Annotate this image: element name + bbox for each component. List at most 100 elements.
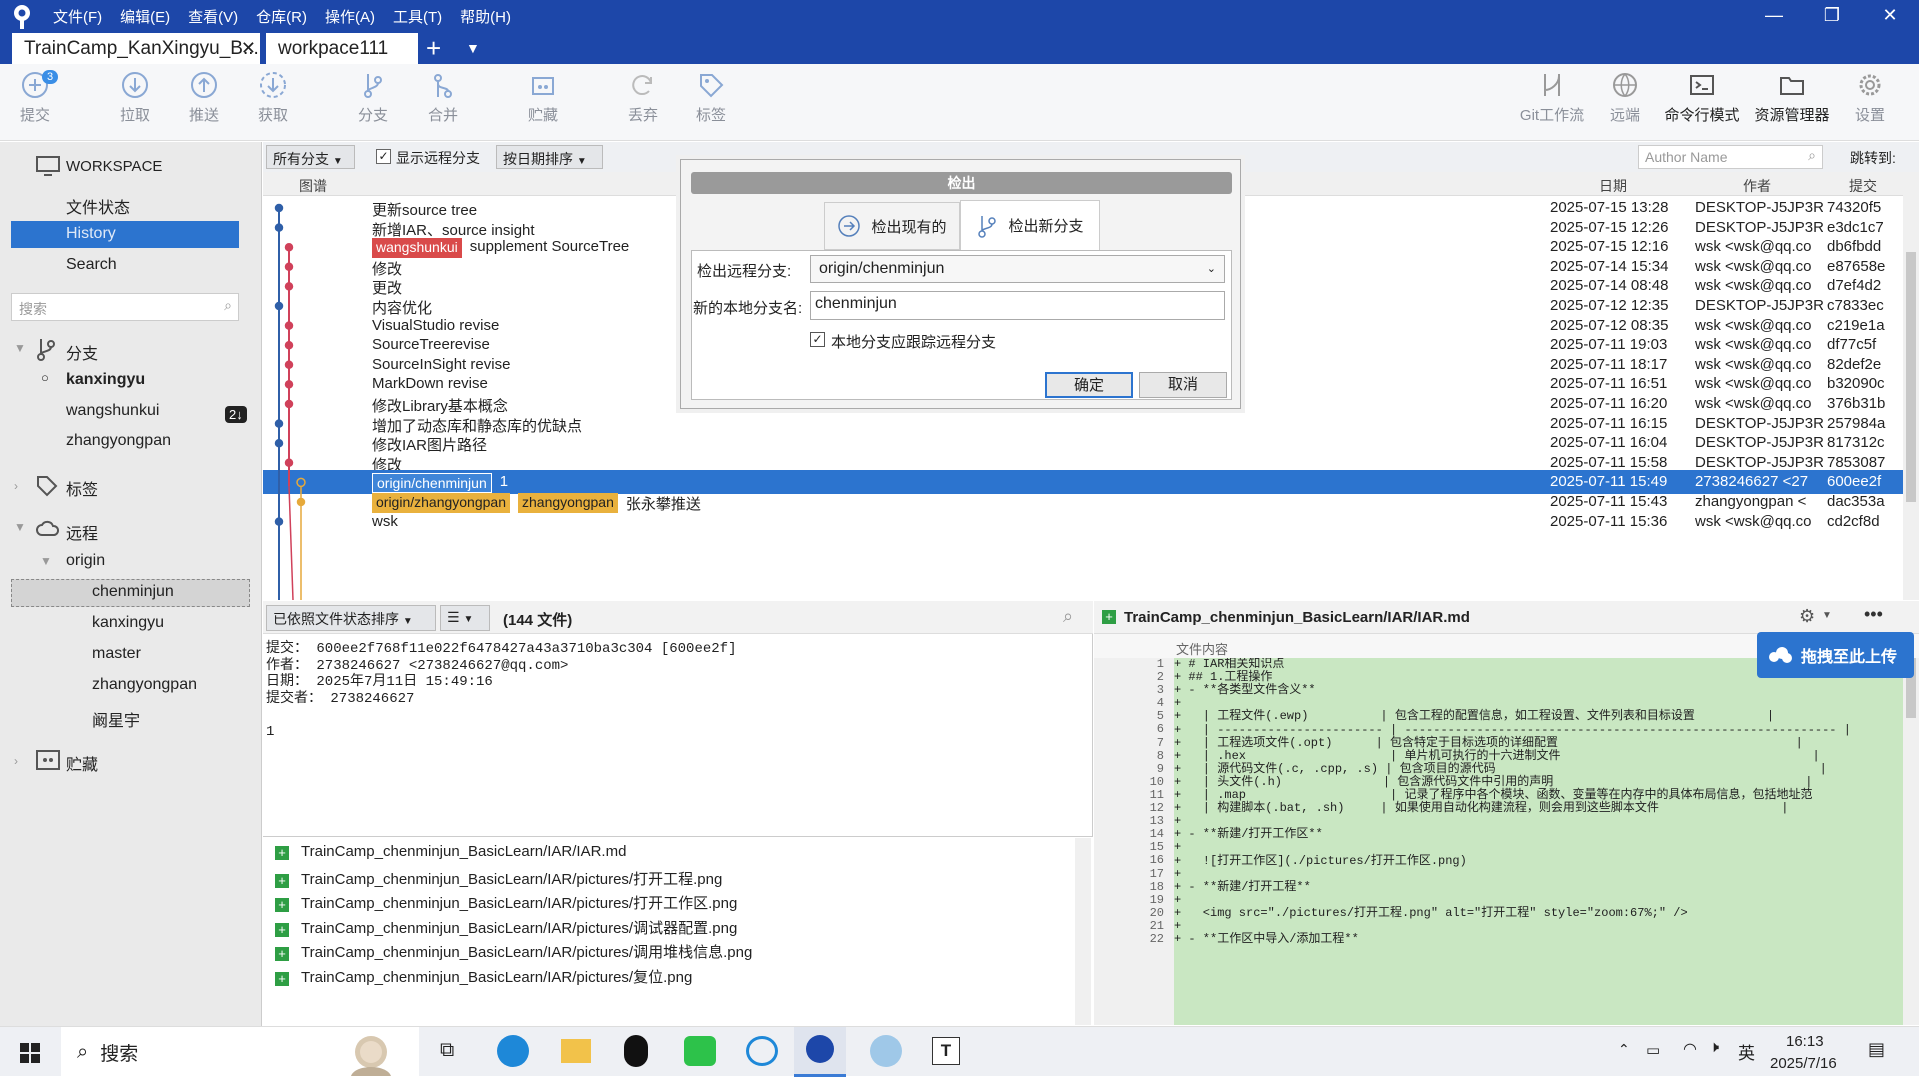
branch-zhangyongpan[interactable]: zhangyongpan: [66, 432, 171, 450]
stash-header[interactable]: 贮藏: [66, 751, 98, 775]
commit-node[interactable]: [284, 242, 294, 252]
tab-close-icon[interactable]: ✕: [241, 38, 256, 59]
commit-node[interactable]: [296, 497, 306, 507]
settings-button[interactable]: 设置: [1835, 70, 1905, 125]
stash-button[interactable]: 贮藏: [508, 70, 578, 125]
tab-checkout-existing[interactable]: 检出现有的: [824, 202, 960, 250]
changed-file-item[interactable]: + TrainCamp_chenminjun_BasicLearn/IAR/pic…: [275, 966, 692, 987]
merge-button[interactable]: 合并: [408, 70, 478, 125]
commit-node[interactable]: [284, 321, 294, 330]
tags-header[interactable]: 标签: [66, 476, 98, 500]
search-icon[interactable]: ⌕: [1063, 606, 1073, 627]
menu-actions[interactable]: 操作(A): [325, 6, 375, 27]
branch-button[interactable]: 分支: [338, 70, 408, 125]
tab-checkout-new-branch[interactable]: 检出新分支: [960, 200, 1100, 250]
remote-branch-zhangyongpan[interactable]: zhangyongpan: [92, 676, 197, 694]
chevron-down-icon[interactable]: ▼: [1822, 610, 1832, 621]
author-filter-input[interactable]: Author Name ⌕: [1638, 145, 1823, 169]
chevron-down-icon[interactable]: ▼: [14, 520, 26, 534]
fetch-button[interactable]: 获取: [238, 70, 308, 125]
taskbar-search-box[interactable]: ⌕ 搜索: [61, 1027, 419, 1077]
commit-node[interactable]: [274, 203, 284, 213]
commit-node[interactable]: [274, 301, 284, 311]
sidebar-item-file-status[interactable]: 文件状态: [66, 194, 130, 218]
commit-node[interactable]: [274, 223, 284, 232]
show-remote-checkbox[interactable]: ✓: [376, 149, 391, 164]
commit-node[interactable]: [284, 360, 294, 370]
diff-scrollbar[interactable]: [1903, 658, 1919, 1025]
clock-date[interactable]: 2025/7/16: [1770, 1055, 1837, 1072]
menu-edit[interactable]: 编辑(E): [120, 6, 170, 27]
clock-time[interactable]: 16:13: [1786, 1033, 1824, 1050]
chevron-right-icon[interactable]: ›: [14, 479, 18, 493]
chat-app-icon[interactable]: [746, 1036, 778, 1066]
tag-button[interactable]: 标签: [676, 70, 746, 125]
explorer-button[interactable]: 资源管理器: [1752, 70, 1832, 125]
file-explorer-icon[interactable]: [561, 1039, 591, 1063]
menu-view[interactable]: 查看(V): [188, 6, 238, 27]
changed-file-item[interactable]: + TrainCamp_chenminjun_BasicLearn/IAR/pic…: [275, 892, 737, 913]
commit-node[interactable]: [284, 380, 294, 389]
task-view-icon[interactable]: ⧉: [440, 1039, 454, 1062]
push-button[interactable]: 推送: [169, 70, 239, 125]
more-options-icon[interactable]: •••: [1864, 604, 1883, 625]
local-branch-input[interactable]: chenminjun: [810, 291, 1225, 320]
sidebar-item-search[interactable]: Search: [66, 256, 117, 274]
chevron-right-icon[interactable]: ›: [14, 754, 18, 768]
tab-repo-workpace[interactable]: workpace111: [266, 33, 418, 64]
remotes-header[interactable]: 远程: [66, 520, 98, 544]
wifi-icon[interactable]: ◠: [1683, 1039, 1697, 1059]
commit-row[interactable]: wsk 2025-07-11 15:36 wsk <wsk@qq.co cd2c…: [263, 510, 1903, 534]
graph-column-header[interactable]: 图谱: [299, 176, 327, 196]
sidebar-search-input[interactable]: 搜索 ⌕: [11, 293, 239, 321]
changed-file-item[interactable]: + TrainCamp_chenminjun_BasicLearn/IAR/pic…: [275, 941, 752, 962]
discard-button[interactable]: 丢弃: [608, 70, 678, 125]
tab-dropdown-icon[interactable]: ▼: [466, 40, 480, 56]
restore-icon[interactable]: ❐: [1803, 0, 1861, 30]
branch-kanxingyu[interactable]: kanxingyu: [66, 371, 145, 389]
chevron-down-icon[interactable]: ▼: [40, 554, 52, 568]
chevron-down-icon[interactable]: ▼: [14, 341, 26, 355]
pull-button[interactable]: 拉取: [100, 70, 170, 125]
battery-icon[interactable]: ▭: [1646, 1041, 1660, 1059]
branch-filter-select[interactable]: 所有分支 ▼: [266, 145, 355, 169]
remote-branch-kanxingyu[interactable]: kanxingyu: [92, 614, 164, 632]
commit-node[interactable]: [284, 340, 294, 350]
file-sort-select[interactable]: 已依照文件状态排序 ▼: [266, 605, 436, 631]
menu-help[interactable]: 帮助(H): [460, 6, 511, 27]
tab-repo-kanxingyu[interactable]: TrainCamp_KanXingyu_B... ✕: [12, 33, 260, 64]
remote-branch-master[interactable]: master: [92, 645, 141, 663]
date-column-header[interactable]: 日期: [1599, 176, 1627, 196]
changed-file-item[interactable]: + TrainCamp_chenminjun_BasicLearn/IAR/pic…: [275, 917, 737, 938]
new-tab-icon[interactable]: +: [426, 33, 441, 64]
branch-wangshunkui[interactable]: wangshunkui: [66, 402, 159, 420]
notification-icon[interactable]: ▤: [1868, 1039, 1885, 1060]
commit-node[interactable]: [296, 477, 306, 488]
menu-tools[interactable]: 工具(T): [393, 6, 442, 27]
volume-icon[interactable]: 🕨: [1709, 1039, 1719, 1057]
gear-icon[interactable]: ⚙: [1799, 606, 1815, 627]
sourcetree-taskbar-button[interactable]: [794, 1027, 846, 1077]
windows-start-icon[interactable]: [20, 1043, 40, 1063]
chevron-up-icon[interactable]: ⌃: [1618, 1041, 1630, 1058]
commit-node[interactable]: [284, 399, 294, 409]
file-list-scrollbar[interactable]: [1075, 838, 1091, 1025]
remote-origin[interactable]: origin: [66, 552, 105, 570]
drag-upload-button[interactable]: 拖拽至此上传: [1757, 632, 1914, 678]
wechat-icon[interactable]: [684, 1036, 716, 1066]
remote-branch-kanxingyu-cn[interactable]: 阚星宇: [92, 707, 140, 731]
menu-file[interactable]: 文件(F): [53, 6, 102, 27]
minimize-icon[interactable]: —: [1745, 0, 1803, 30]
commit-node[interactable]: [274, 419, 284, 428]
close-icon[interactable]: ✕: [1861, 0, 1919, 30]
track-remote-checkbox[interactable]: ✓: [810, 332, 825, 347]
app-icon[interactable]: [870, 1035, 902, 1067]
commit-column-header[interactable]: 提交: [1849, 176, 1877, 196]
gitflow-button[interactable]: Git工作流: [1515, 70, 1589, 125]
author-column-header[interactable]: 作者: [1743, 176, 1771, 196]
remote-button[interactable]: 远端: [1590, 70, 1660, 125]
terminal-button[interactable]: 命令行模式: [1662, 70, 1742, 125]
remote-branch-chenminjun[interactable]: chenminjun: [92, 583, 174, 601]
commit-button[interactable]: 提交: [0, 70, 70, 125]
qq-icon[interactable]: [624, 1035, 648, 1067]
